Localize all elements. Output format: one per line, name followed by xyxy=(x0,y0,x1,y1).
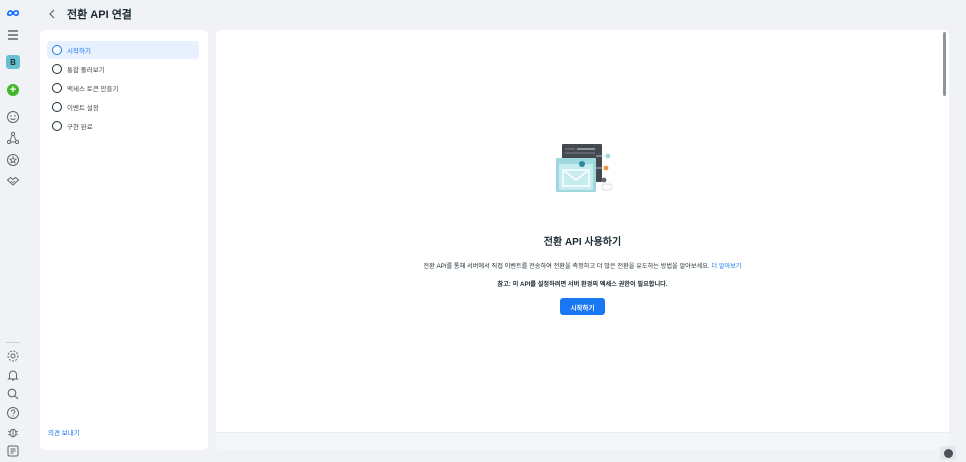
rail-divider xyxy=(6,342,20,343)
step-item-integration-tour[interactable]: 통합 둘러보기 xyxy=(47,60,199,78)
grid-icon[interactable] xyxy=(5,443,21,459)
vertical-scrollbar[interactable] xyxy=(943,30,947,432)
start-button[interactable]: 시작하기 xyxy=(560,298,605,315)
scrollbar-thumb[interactable] xyxy=(943,32,946,96)
server-access-note: 참고: 이 API를 설정하려면 서버 환경의 액세스 권한이 필요합니다. xyxy=(497,281,668,288)
left-nav-rail: B + xyxy=(0,0,26,462)
setup-steps-panel: 시작하기 통합 둘러보기 액세스 토큰 만들기 이벤트 설정 구현 완료 의견 … xyxy=(40,30,208,450)
step-radio-icon xyxy=(52,121,62,131)
search-icon[interactable] xyxy=(5,386,21,402)
step-item-event-setup[interactable]: 이벤트 설정 xyxy=(47,98,199,116)
chevron-left-icon[interactable] xyxy=(45,7,59,21)
learn-more-link[interactable]: 더 알아보기 xyxy=(711,263,741,270)
step-label: 액세스 토큰 만들기 xyxy=(67,86,119,93)
smiley-icon[interactable] xyxy=(5,109,21,125)
create-plus-icon[interactable]: + xyxy=(7,84,19,96)
help-center-icon[interactable] xyxy=(940,446,956,460)
main-description: 전환 API를 통해 서버에서 직접 이벤트를 전송하여 전환을 측정하고 더 … xyxy=(216,261,949,270)
handshake-icon[interactable] xyxy=(5,173,21,189)
main-heading: 전환 API 사용하기 xyxy=(543,237,622,248)
page-header: 전환 API 연결 xyxy=(26,0,966,28)
meta-logo-icon[interactable] xyxy=(5,5,21,21)
step-item-get-started[interactable]: 시작하기 xyxy=(47,41,199,59)
bell-icon[interactable] xyxy=(5,367,21,383)
help-icon[interactable] xyxy=(5,405,21,421)
step-label: 구현 완료 xyxy=(67,124,93,131)
description-text: 전환 API를 통해 서버에서 직접 이벤트를 전송하여 전환을 측정하고 더 … xyxy=(423,263,710,270)
step-label: 통합 둘러보기 xyxy=(67,67,105,74)
step-radio-icon xyxy=(52,83,62,93)
nodes-icon[interactable] xyxy=(5,130,21,146)
page-title: 전환 API 연결 xyxy=(67,9,132,21)
card-footer xyxy=(216,432,949,450)
avatar[interactable]: B xyxy=(6,55,20,69)
step-radio-icon xyxy=(52,102,62,112)
step-label: 이벤트 설정 xyxy=(67,105,99,112)
step-label: 시작하기 xyxy=(67,48,91,55)
step-item-access-token[interactable]: 액세스 토큰 만들기 xyxy=(47,79,199,97)
step-radio-icon xyxy=(52,64,62,74)
step-radio-icon xyxy=(52,45,62,55)
settings-icon[interactable] xyxy=(5,348,21,364)
menu-icon[interactable] xyxy=(5,27,21,43)
bug-icon[interactable] xyxy=(5,424,21,440)
send-feedback-link[interactable]: 의견 보내기 xyxy=(48,427,80,437)
conversions-api-illustration xyxy=(554,140,614,200)
star-badge-icon[interactable] xyxy=(5,152,21,168)
step-item-complete[interactable]: 구현 완료 xyxy=(47,117,199,135)
main-content-card: 전환 API 사용하기 전환 API를 통해 서버에서 직접 이벤트를 전송하여… xyxy=(216,30,949,450)
